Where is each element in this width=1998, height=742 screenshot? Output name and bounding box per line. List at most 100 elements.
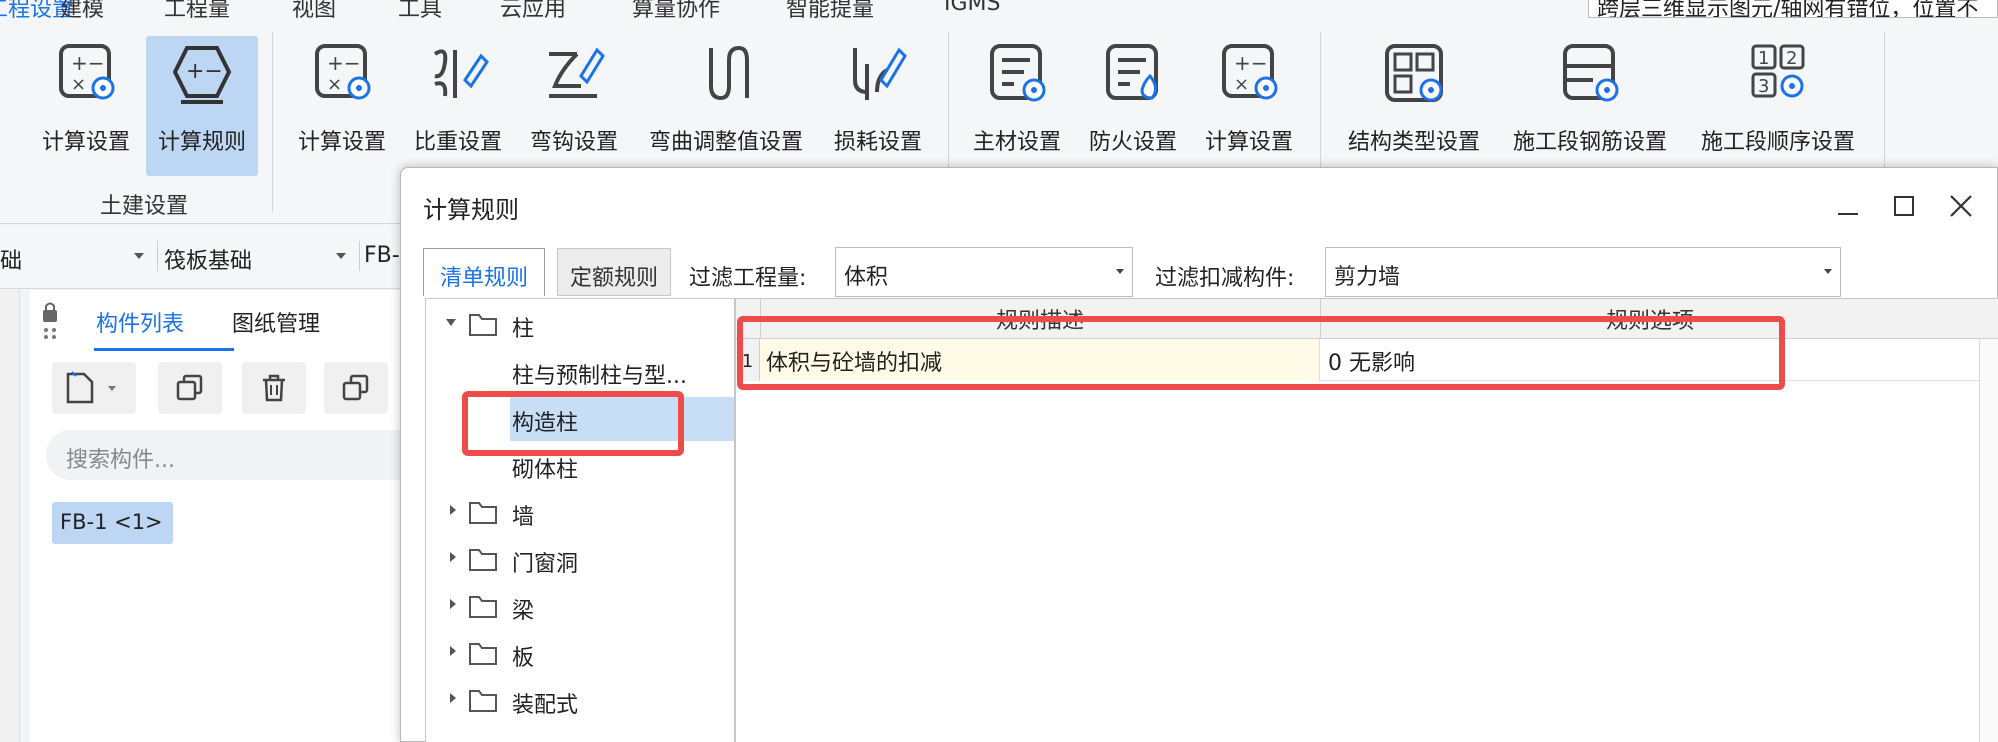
other-calc-settings-button[interactable]: +− × 计算设置 <box>1194 36 1304 176</box>
tree-node-label: 柱 <box>512 317 535 342</box>
rule-option-cell[interactable]: 0 无影响 <box>1320 339 1998 381</box>
menu-view[interactable]: 视图 <box>292 0 336 23</box>
tree-node-label: 构造柱 <box>512 411 579 436</box>
calc-rule-button[interactable]: +− 计算规则 <box>146 36 258 176</box>
chevron-right-icon[interactable] <box>450 552 456 562</box>
tree-node-label: 砌体柱 <box>512 458 579 483</box>
dialog-title: 计算规则 <box>423 196 519 224</box>
component-panel: 构件列表 图纸管理 搜索构件... FB-1 <1> <box>30 290 426 742</box>
filter-deduct-select[interactable]: 剪力墙 <box>1325 247 1841 297</box>
density-settings-label: 比重设置 <box>413 130 502 155</box>
search-component-input[interactable]: 搜索构件... <box>46 430 426 480</box>
svg-text:3: 3 <box>1758 76 1769 97</box>
layer-copy-button[interactable] <box>324 362 388 414</box>
calc-rule-icon: +− <box>172 46 232 104</box>
svg-text:+−: +− <box>327 51 361 75</box>
segment-order-button[interactable]: 123 施工段顺序设置 <box>1690 36 1866 176</box>
component-name-combo[interactable]: FB- <box>364 235 404 279</box>
fire-settings-button[interactable]: 防火设置 <box>1078 36 1188 176</box>
minimize-button[interactable] <box>1828 186 1868 226</box>
table-row[interactable]: 1 体积与砼墙的扣减 0 无影响 <box>736 339 1998 381</box>
density-settings-button[interactable]: 比重设置 <box>404 36 512 176</box>
combo-separator <box>157 241 158 271</box>
tree-node-slab[interactable]: 板 <box>426 632 734 676</box>
new-component-button[interactable] <box>52 362 136 414</box>
chevron-down-icon <box>1824 269 1832 274</box>
density-settings-icon <box>433 49 489 98</box>
floor-type-value: 础 <box>0 249 23 274</box>
tree-node-column-precast[interactable]: 柱与预制柱与型... <box>426 350 734 394</box>
component-tag-fb1[interactable]: FB-1 <1> <box>52 502 173 544</box>
folder-icon <box>469 314 497 336</box>
tab-drawing-management[interactable]: 图纸管理 <box>232 306 320 338</box>
menu-modeling[interactable]: 建模 <box>60 0 104 23</box>
main-material-button[interactable]: 主材设置 <box>962 36 1072 176</box>
fire-settings-icon <box>1106 44 1158 100</box>
svg-text:+−: +− <box>71 51 105 75</box>
fire-settings-label: 防火设置 <box>1088 130 1177 155</box>
bend-adjust-icon <box>709 45 749 101</box>
svg-text:×: × <box>327 74 342 95</box>
chevron-right-icon[interactable] <box>450 693 456 703</box>
menu-tools[interactable]: 工具 <box>398 0 442 23</box>
floor-type-combo[interactable]: 础 <box>0 235 158 279</box>
new-file-icon <box>66 371 116 404</box>
notice-banner[interactable]: 跨层三维显示图元/轴网有错位，位置不 <box>1588 0 1998 18</box>
tab-quota-rules[interactable]: 定额规则 <box>557 248 671 296</box>
hook-settings-button[interactable]: 弯钩设置 <box>520 36 628 176</box>
folder-icon <box>469 690 497 712</box>
copy-component-button[interactable] <box>158 362 222 414</box>
rebar-calc-settings-button[interactable]: +− × 计算设置 <box>288 36 396 176</box>
chevron-right-icon[interactable] <box>450 505 456 515</box>
delete-component-button[interactable] <box>242 362 306 414</box>
filter-quantity-value: 体积 <box>844 265 889 290</box>
maximize-button[interactable] <box>1884 186 1924 226</box>
tree-node-constructional-column[interactable]: 构造柱 <box>510 397 734 441</box>
header-rule-option[interactable]: 规则选项 <box>1320 303 1980 335</box>
rebar-calc-settings-label: 计算设置 <box>297 130 386 155</box>
main-material-label: 主材设置 <box>972 130 1061 155</box>
filter-quantity-select[interactable]: 体积 <box>835 247 1133 297</box>
bend-adjust-button[interactable]: 弯曲调整值设置 <box>636 36 816 176</box>
header-rule-description[interactable]: 规则描述 <box>760 303 1320 335</box>
tree-node-prefab[interactable]: 装配式 <box>426 679 734 723</box>
chevron-right-icon[interactable] <box>450 646 456 656</box>
tree-node-masonry-column[interactable]: 砌体柱 <box>426 444 734 488</box>
grid-header: 规则描述 规则选项 <box>736 299 1998 339</box>
chevron-down-icon[interactable] <box>446 319 456 326</box>
copy-icon <box>176 374 203 401</box>
menu-bar: 工程设置 建模 工程量 视图 工具 云应用 算量协作 智能提量 IGMS 跨层三… <box>0 0 1998 24</box>
folder-icon <box>469 596 497 618</box>
lock-icon[interactable] <box>40 300 60 344</box>
trash-icon <box>263 374 285 402</box>
menu-collaboration[interactable]: 算量协作 <box>632 0 720 23</box>
svg-text:×: × <box>1234 74 1249 95</box>
tree-node-column[interactable]: 柱 <box>426 303 734 347</box>
tab-list-rules[interactable]: 清单规则 <box>423 248 545 296</box>
menu-smart-extract[interactable]: 智能提量 <box>786 0 874 23</box>
segment-rebar-label: 施工段钢筋设置 <box>1512 130 1667 155</box>
tree-node-openings[interactable]: 门窗洞 <box>426 538 734 582</box>
menu-cloud[interactable]: 云应用 <box>500 0 566 23</box>
grid-scrollbar[interactable] <box>1979 339 1998 742</box>
structure-type-button[interactable]: 结构类型设置 <box>1338 36 1490 176</box>
combo-separator <box>359 241 360 271</box>
loss-settings-button[interactable]: 损耗设置 <box>822 36 934 176</box>
close-button[interactable] <box>1941 186 1981 226</box>
ribbon-separator <box>272 32 273 212</box>
segment-rebar-button[interactable]: 施工段钢筋设置 <box>1504 36 1676 176</box>
tree-node-beam[interactable]: 梁 <box>426 585 734 629</box>
calc-settings-icon: +−× <box>1222 44 1278 100</box>
menu-igms[interactable]: IGMS <box>944 0 1000 16</box>
component-type-combo[interactable]: 筏板基础 <box>164 235 360 279</box>
chevron-right-icon[interactable] <box>450 599 456 609</box>
tab-component-list[interactable]: 构件列表 <box>96 306 184 338</box>
calc-settings-button[interactable]: +− × 计算设置 <box>30 36 142 176</box>
folder-icon <box>469 502 497 524</box>
tree-node-label: 装配式 <box>512 693 579 718</box>
chevron-down-icon <box>1116 269 1124 274</box>
tab-underline <box>94 348 234 351</box>
tree-node-wall[interactable]: 墙 <box>426 491 734 535</box>
menu-quantity[interactable]: 工程量 <box>164 0 230 23</box>
rule-description-cell[interactable]: 体积与砼墙的扣减 <box>760 339 1320 381</box>
